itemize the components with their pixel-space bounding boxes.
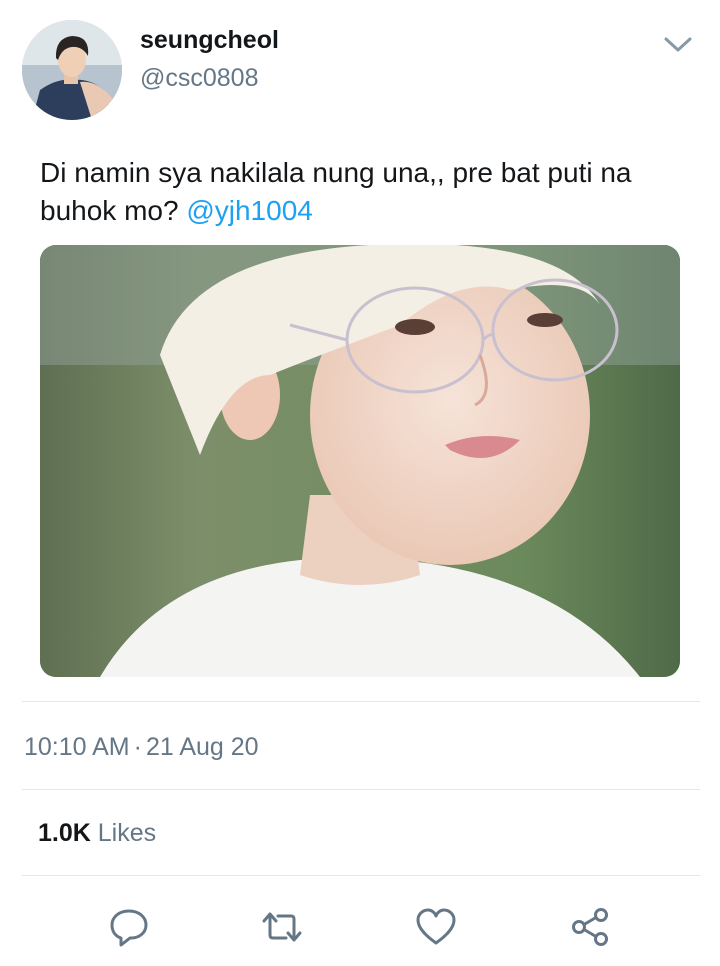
retweet-button[interactable] [260, 905, 304, 949]
likes-stat[interactable]: 1.0K Likes [38, 819, 156, 848]
share-icon [572, 908, 608, 946]
share-button[interactable] [568, 905, 612, 949]
meta-separator: · [133, 733, 142, 761]
author-display-name[interactable]: seungcheol [140, 26, 279, 55]
reply-button[interactable] [107, 905, 151, 949]
likes-count: 1.0K [38, 819, 91, 847]
tweet-timestamp[interactable]: 10:10 AM · 21 Aug 20 [24, 733, 259, 762]
like-button[interactable] [414, 905, 458, 949]
tweet-body: Di namin sya nakilala nung una,, pre bat… [40, 157, 632, 226]
tweet-date: 21 Aug 20 [145, 733, 259, 761]
heart-icon [416, 908, 456, 945]
likes-label: Likes [97, 819, 157, 847]
tweet-text: Di namin sya nakilala nung una,, pre bat… [40, 154, 680, 230]
photo-image [40, 245, 680, 677]
reply-icon [110, 909, 148, 947]
author-handle[interactable]: @csc0808 [140, 64, 259, 93]
avatar-photo [22, 20, 122, 120]
divider [22, 701, 700, 702]
tweet-menu-button[interactable] [662, 30, 694, 58]
chevron-down-icon [664, 37, 692, 52]
divider [22, 875, 700, 876]
tweet-time: 10:10 AM [24, 733, 130, 761]
retweet-icon [262, 912, 302, 942]
avatar[interactable] [22, 20, 122, 120]
divider [22, 789, 700, 790]
mention-link[interactable]: @yjh1004 [186, 195, 313, 226]
tweet-photo[interactable] [40, 245, 680, 677]
